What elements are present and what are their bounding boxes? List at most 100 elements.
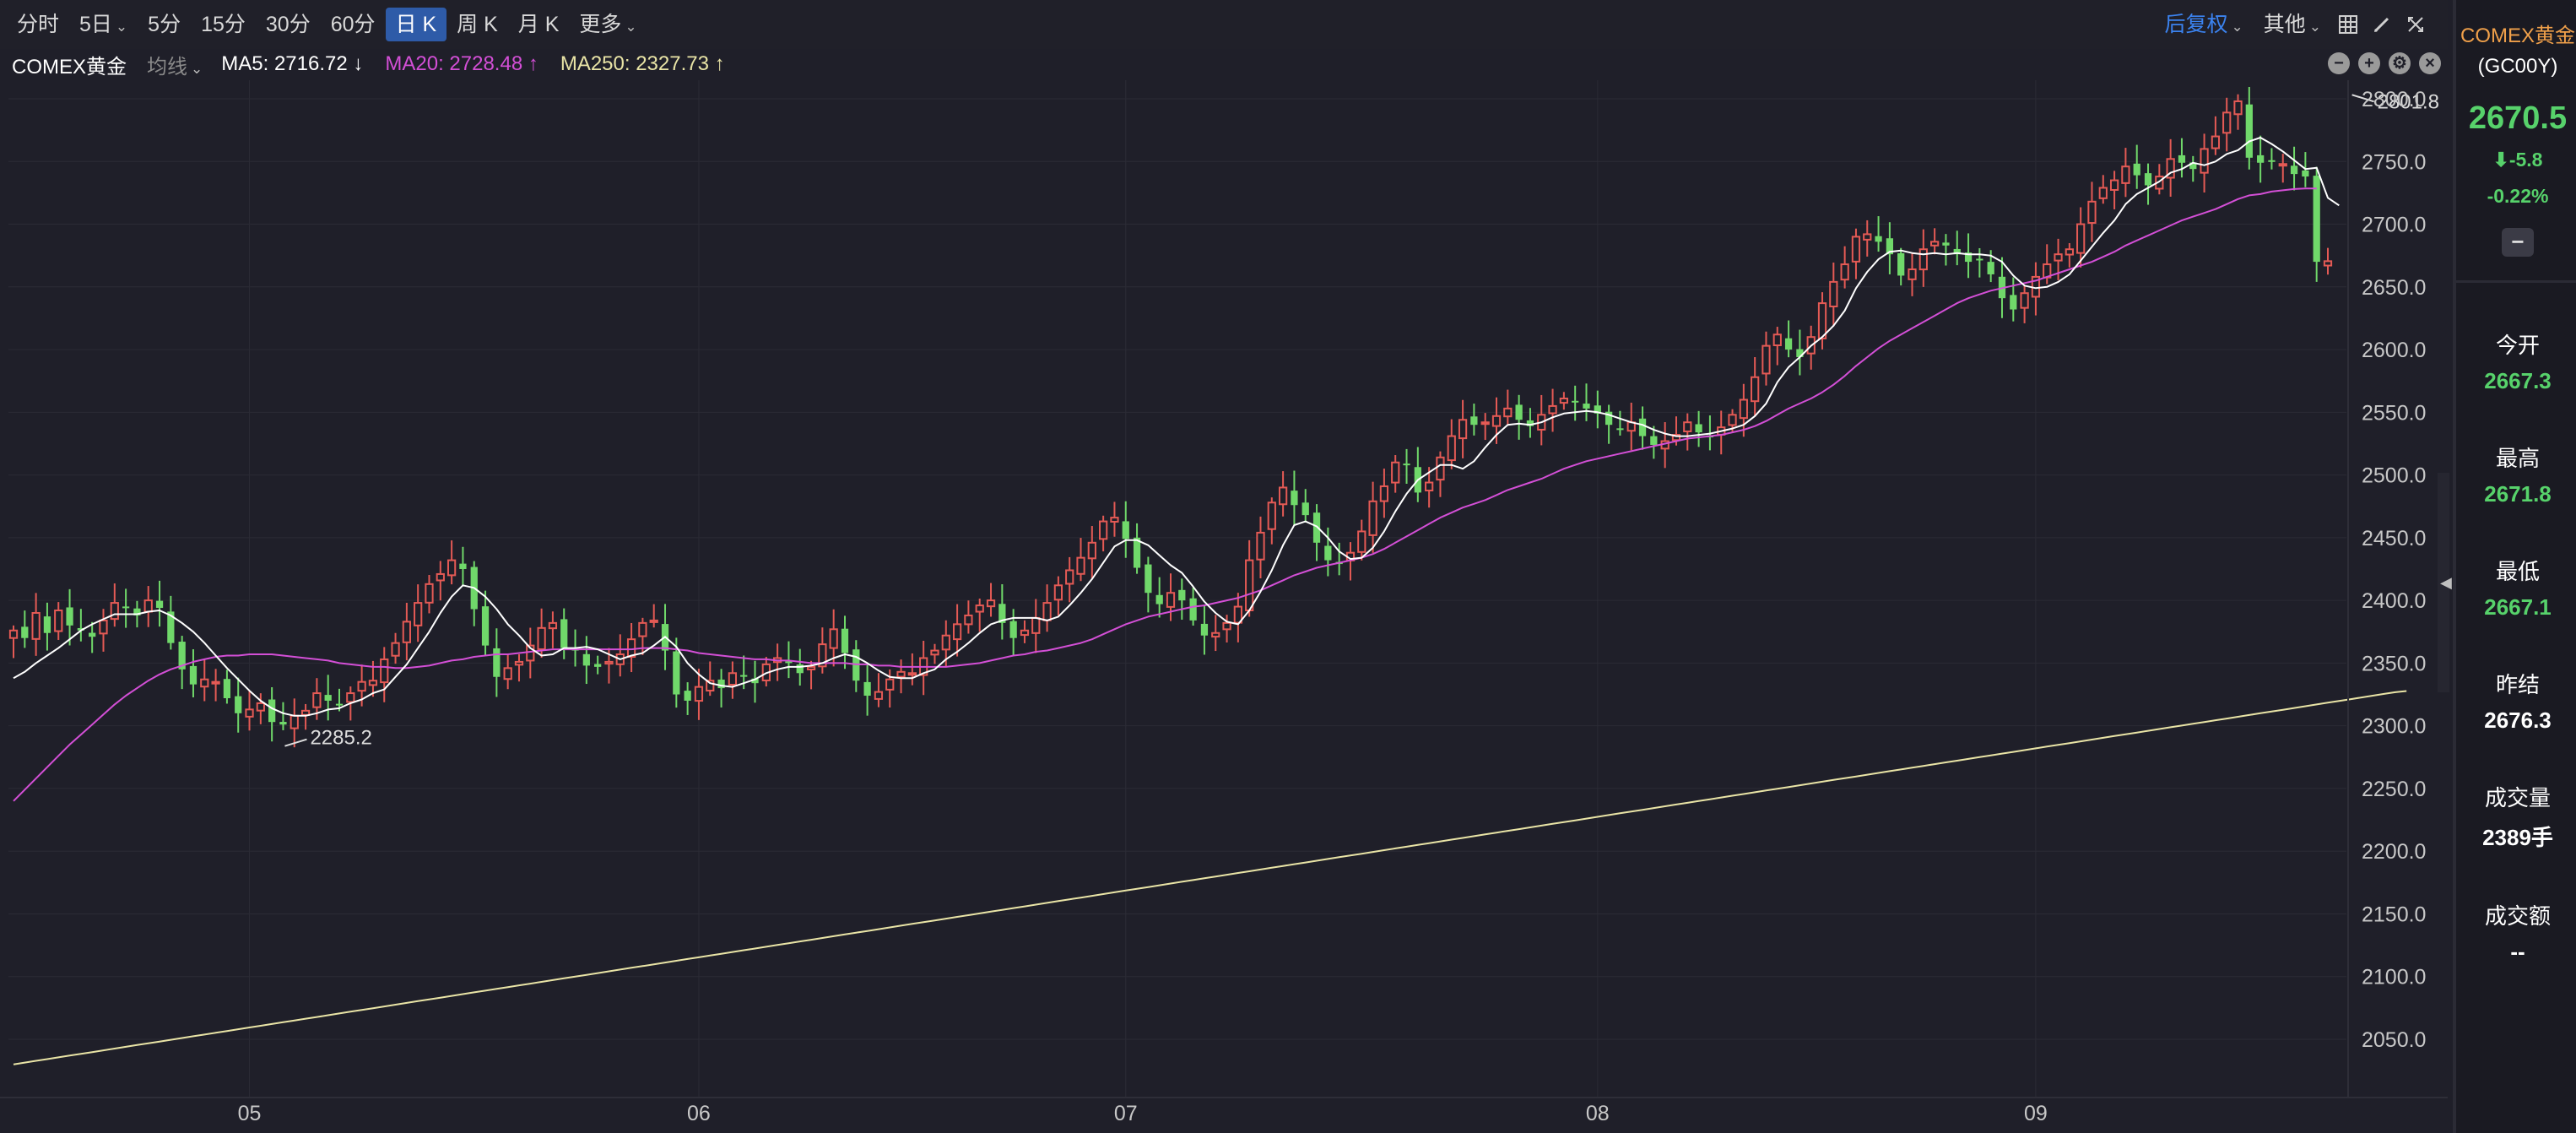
candle bbox=[1312, 504, 1321, 561]
period-tab-5day[interactable]: 5日 ⌄ bbox=[69, 8, 138, 41]
candle bbox=[1717, 410, 1726, 455]
candle-body-up bbox=[1447, 435, 1456, 462]
candle bbox=[852, 640, 860, 692]
candle bbox=[223, 670, 231, 704]
stat-open-label: 今开 bbox=[2495, 333, 2540, 358]
candle-body-up bbox=[930, 649, 939, 656]
candle bbox=[1291, 470, 1298, 525]
candle-body-up bbox=[2200, 148, 2209, 174]
candle-body-down bbox=[1470, 416, 1478, 426]
candle bbox=[1503, 389, 1513, 425]
candle bbox=[952, 604, 962, 657]
candle-body-up bbox=[2065, 248, 2074, 256]
candle bbox=[324, 675, 332, 721]
x-tick-label: 08 bbox=[1586, 1102, 1610, 1125]
candle-body-down bbox=[1942, 242, 1950, 246]
candle bbox=[2189, 155, 2197, 182]
candle bbox=[1302, 489, 1309, 523]
y-axis: 2800.0 2750.0 2700.0 2650.0 2600.0 2550.0 2500… bbox=[2347, 80, 2426, 1098]
zoom-out-icon[interactable]: − bbox=[2328, 52, 2350, 74]
other-dropdown[interactable]: 其他 ⌄ bbox=[2254, 8, 2331, 41]
grid-layout-icon[interactable] bbox=[2331, 8, 2365, 41]
candle bbox=[1594, 390, 1601, 429]
candle bbox=[1762, 331, 1771, 386]
stat-low-value: 2667.1 bbox=[2484, 594, 2552, 620]
candle bbox=[1942, 234, 1950, 266]
candle-body-up bbox=[1762, 344, 1771, 375]
candle-body-up bbox=[728, 672, 738, 686]
candle-body-up bbox=[425, 583, 434, 604]
candle-body-up bbox=[975, 604, 984, 613]
period-tab-minute[interactable]: 分时 bbox=[7, 8, 69, 41]
candle bbox=[874, 673, 884, 707]
period-tab-daily[interactable]: 日 K bbox=[385, 8, 447, 41]
candle bbox=[1166, 573, 1176, 621]
candle-body-down bbox=[673, 651, 680, 695]
stat-open-value: 2667.3 bbox=[2484, 368, 2552, 393]
adjust-dropdown[interactable]: 后复权 ⌄ bbox=[2154, 8, 2253, 41]
candle-body-up bbox=[1222, 621, 1231, 631]
candle-body-up bbox=[1053, 584, 1063, 601]
candle-body-down bbox=[1122, 521, 1129, 539]
candle-body-up bbox=[1245, 559, 1254, 612]
candle-body-up bbox=[2323, 260, 2333, 267]
y-tick-label: 2500.0 bbox=[2362, 464, 2426, 488]
settings-gear-icon[interactable]: ⚙ bbox=[2389, 52, 2411, 74]
candle-body-up bbox=[1256, 531, 1265, 561]
candle-body-down bbox=[740, 675, 748, 677]
candle bbox=[1572, 385, 1579, 421]
annotation-leader bbox=[284, 738, 307, 747]
zoom-in-icon[interactable]: + bbox=[2358, 52, 2380, 74]
candle-body-down bbox=[1200, 623, 1209, 636]
stat-prev-settle-label: 昨结 bbox=[2495, 672, 2540, 697]
period-tab-more[interactable]: 更多 ⌄ bbox=[569, 8, 647, 41]
candle-body-up bbox=[211, 680, 220, 685]
period-tab-weekly[interactable]: 周 K bbox=[446, 8, 508, 41]
candle-series bbox=[8, 87, 2333, 748]
candle bbox=[919, 641, 928, 696]
x-tick-label: 09 bbox=[2024, 1102, 2048, 1125]
period-tab-30min[interactable]: 30分 bbox=[256, 8, 321, 41]
candle bbox=[54, 602, 63, 640]
candle bbox=[21, 610, 29, 648]
candle bbox=[907, 653, 917, 686]
candle-body-up bbox=[2087, 200, 2097, 225]
candle bbox=[1683, 413, 1692, 451]
collapse-minus-button[interactable]: − bbox=[2502, 228, 2534, 257]
price-change-pct: -0.22% bbox=[2487, 185, 2549, 207]
candle-body-down bbox=[1638, 418, 1647, 436]
candle bbox=[2233, 94, 2243, 130]
candle bbox=[1480, 413, 1490, 441]
candle bbox=[459, 546, 467, 587]
candle-body-up bbox=[896, 670, 906, 678]
candle-body-up bbox=[1458, 419, 1468, 440]
period-tab-5min[interactable]: 5分 bbox=[138, 8, 191, 41]
candle-body-up bbox=[1031, 616, 1041, 634]
candle-body-up bbox=[1772, 333, 1782, 347]
candle bbox=[1278, 471, 1288, 517]
period-tab-60min[interactable]: 60分 bbox=[321, 8, 386, 41]
candle bbox=[1897, 247, 1905, 286]
candle-body-up bbox=[1042, 602, 1052, 621]
close-icon[interactable]: × bbox=[2419, 52, 2441, 74]
period-tab-15min[interactable]: 15分 bbox=[191, 8, 256, 41]
kline-chart[interactable]: 2801.82285.2 2800.02750.02700.02650.0260… bbox=[0, 0, 2448, 1133]
candle-body-up bbox=[2233, 100, 2243, 116]
x-tick-label: 06 bbox=[687, 1102, 711, 1125]
ma20-label: MA20: 2728.48 ↑ bbox=[385, 52, 538, 75]
kline-app: 2801.8 2285.2 2800.0 2750.0 2700.0 2650.0 260… bbox=[0, 0, 2576, 1133]
candle-body-up bbox=[1829, 280, 1838, 307]
candle-body-up bbox=[1391, 461, 1400, 484]
candle-body-up bbox=[1087, 541, 1096, 560]
fullscreen-icon[interactable] bbox=[2399, 8, 2433, 41]
period-tab-monthly[interactable]: 月 K bbox=[508, 8, 570, 41]
stat-volume-label: 成交量 bbox=[2484, 785, 2551, 810]
candle-body-up bbox=[503, 667, 512, 680]
chevron-left-icon[interactable]: ◀ bbox=[2440, 574, 2452, 592]
candle bbox=[818, 627, 827, 674]
avg-line-dropdown[interactable]: 均线 ⌄ bbox=[147, 50, 203, 79]
draw-pen-icon[interactable] bbox=[2365, 8, 2399, 41]
candle-body-down bbox=[1324, 545, 1332, 561]
candle-body-down bbox=[717, 679, 725, 689]
candle-body-down bbox=[481, 606, 490, 646]
